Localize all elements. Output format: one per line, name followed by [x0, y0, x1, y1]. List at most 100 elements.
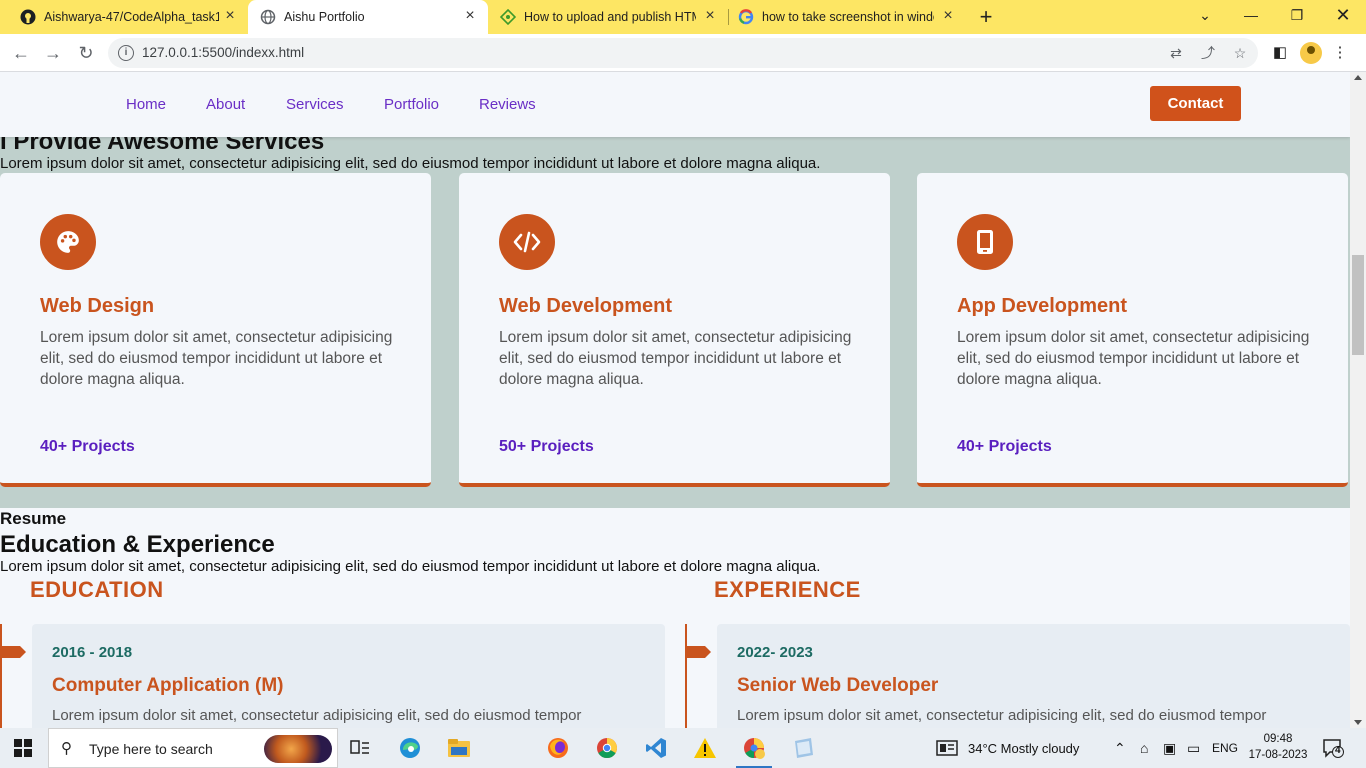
- clock-date: 17-08-2023: [1248, 749, 1308, 761]
- windows-taskbar: ⚲ Type here to search 34°C Mostly cloudy…: [0, 728, 1366, 768]
- education-item: 2016 - 2018 Computer Application (M) Lor…: [32, 624, 665, 728]
- bookmark-star-icon[interactable]: ☆: [1232, 45, 1248, 61]
- search-highlight-image: [264, 735, 332, 763]
- card-projects: 40+ Projects: [957, 438, 1052, 455]
- menu-kebab-icon[interactable]: ⋮: [1330, 43, 1350, 63]
- firefox-icon[interactable]: [544, 734, 572, 762]
- services-subtitle: Lorem ipsum dolor sit amet, consectetur …: [0, 155, 821, 172]
- weather-widget[interactable]: 34°C Mostly cloudy: [936, 728, 1079, 768]
- share-icon[interactable]: ⤴: [1200, 45, 1216, 61]
- tab-strip: Aishwarya-47/CodeAlpha_task1 × Aishu Por…: [0, 0, 1366, 34]
- url-text: 127.0.0.1:5500/indexx.html: [142, 45, 305, 60]
- card-description: Lorem ipsum dolor sit amet, consectetur …: [957, 329, 1310, 388]
- system-clock[interactable]: 09:48 17-08-2023: [1248, 731, 1308, 763]
- service-card-app-development: App Development Lorem ipsum dolor sit am…: [917, 173, 1348, 487]
- close-window-button[interactable]: ✕: [1320, 0, 1366, 30]
- education-role: Computer Application (M): [52, 675, 284, 696]
- card-projects: 40+ Projects: [40, 438, 135, 455]
- address-bar[interactable]: i 127.0.0.1:5500/indexx.html ⇄ ⤴ ☆: [108, 38, 1258, 68]
- side-panel-icon[interactable]: ◧: [1270, 43, 1290, 63]
- restore-button[interactable]: ❐: [1274, 0, 1320, 30]
- education-timeline-line: [0, 624, 2, 728]
- card-description: Lorem ipsum dolor sit amet, consectetur …: [499, 329, 852, 388]
- close-tab-icon[interactable]: ×: [462, 8, 478, 24]
- tab-upload-html[interactable]: How to upload and publish HTML ×: [488, 0, 728, 34]
- minimize-button[interactable]: —: [1228, 0, 1274, 30]
- weather-text: 34°C Mostly cloudy: [968, 740, 1080, 756]
- experience-item: 2022- 2023 Senior Web Developer Lorem ip…: [717, 624, 1350, 728]
- service-card-web-design: Web Design Lorem ipsum dolor sit amet, c…: [0, 173, 431, 487]
- forward-icon[interactable]: →: [42, 42, 64, 64]
- card-description: Lorem ipsum dolor sit amet, consectetur …: [40, 329, 393, 388]
- resume-heading: Education & Experience: [0, 531, 275, 558]
- card-title: Web Design: [40, 295, 155, 317]
- resume-subtitle: Lorem ipsum dolor sit amet, consectetur …: [0, 558, 821, 575]
- site-info-icon[interactable]: i: [118, 45, 134, 61]
- codepen-icon: [500, 9, 516, 25]
- nav-about[interactable]: About: [206, 96, 245, 113]
- back-icon[interactable]: ←: [10, 42, 32, 64]
- code-icon: [499, 214, 555, 270]
- battery-icon[interactable]: ▭: [1187, 728, 1200, 768]
- experience-timeline-line: [685, 624, 687, 728]
- notification-count: 4: [1335, 745, 1341, 756]
- show-hidden-icons[interactable]: ⌃: [1114, 728, 1126, 768]
- translate-icon[interactable]: ⇄: [1168, 45, 1184, 61]
- file-explorer-icon[interactable]: [445, 734, 473, 762]
- close-tab-icon[interactable]: ×: [222, 8, 238, 24]
- windows-start-icon[interactable]: [14, 739, 32, 757]
- nav-services[interactable]: Services: [286, 96, 344, 113]
- new-tab-button[interactable]: +: [976, 6, 996, 28]
- onedrive-icon[interactable]: ⌂: [1140, 728, 1148, 768]
- education-timeline-marker: [0, 646, 26, 658]
- experience-role: Senior Web Developer: [737, 675, 939, 696]
- tab-screenshot-windows[interactable]: how to take screenshot in windo ×: [728, 0, 966, 34]
- taskbar-search[interactable]: ⚲ Type here to search: [48, 728, 338, 768]
- experience-years: 2022- 2023: [737, 644, 813, 661]
- close-tab-icon[interactable]: ×: [940, 8, 956, 24]
- nav-portfolio[interactable]: Portfolio: [384, 96, 439, 113]
- weather-icon: [936, 740, 958, 756]
- notepad-icon[interactable]: [789, 734, 817, 762]
- nav-reviews[interactable]: Reviews: [479, 96, 536, 113]
- language-indicator[interactable]: ENG: [1212, 728, 1238, 768]
- service-card-web-development: Web Development Lorem ipsum dolor sit am…: [459, 173, 890, 487]
- education-description: Lorem ipsum dolor sit amet, consectetur …: [52, 707, 582, 724]
- palette-icon: [40, 214, 96, 270]
- close-tab-icon[interactable]: ×: [702, 8, 718, 24]
- display-icon[interactable]: ▣: [1163, 728, 1176, 768]
- vscode-icon[interactable]: [642, 734, 670, 762]
- edge-icon[interactable]: [396, 734, 424, 762]
- experience-title: EXPERIENCE: [714, 577, 861, 602]
- education-title: EDUCATION: [30, 577, 164, 602]
- scroll-up-icon[interactable]: [1354, 75, 1362, 80]
- resume-label: Resume: [0, 509, 67, 528]
- profile-avatar[interactable]: [1300, 42, 1322, 64]
- tab-github[interactable]: Aishwarya-47/CodeAlpha_task1 ×: [0, 0, 248, 34]
- chrome-icon[interactable]: [593, 734, 621, 762]
- mobile-icon: [957, 214, 1013, 270]
- card-projects: 50+ Projects: [499, 438, 594, 455]
- scroll-down-icon[interactable]: [1354, 720, 1362, 725]
- card-title: App Development: [957, 295, 1128, 317]
- search-icon: ⚲: [61, 740, 72, 757]
- scrollbar-thumb[interactable]: [1352, 255, 1364, 355]
- browser-toolbar: ← → ↻ i 127.0.0.1:5500/indexx.html ⇄ ⤴ ☆…: [0, 34, 1366, 72]
- reload-icon[interactable]: ↻: [75, 42, 97, 64]
- google-icon: [738, 9, 754, 25]
- contact-button[interactable]: Contact: [1150, 86, 1241, 121]
- github-icon: [20, 9, 36, 25]
- page-scrollbar[interactable]: [1350, 72, 1366, 728]
- nav-home[interactable]: Home: [126, 96, 166, 113]
- search-placeholder: Type here to search: [89, 741, 213, 757]
- card-title: Web Development: [499, 295, 672, 317]
- page-viewport: I Provide Awesome Services Lorem ipsum d…: [0, 72, 1350, 728]
- chrome-profile-icon[interactable]: [736, 734, 772, 768]
- task-view-icon[interactable]: [346, 734, 374, 762]
- notification-icon[interactable]: 4: [1322, 738, 1344, 758]
- tab-aishu-portfolio[interactable]: Aishu Portfolio ×: [248, 0, 488, 34]
- experience-description: Lorem ipsum dolor sit amet, consectetur …: [737, 707, 1267, 724]
- warning-app-icon[interactable]: [691, 734, 719, 762]
- tab-search-icon[interactable]: ⌄: [1182, 0, 1228, 30]
- education-years: 2016 - 2018: [52, 644, 133, 661]
